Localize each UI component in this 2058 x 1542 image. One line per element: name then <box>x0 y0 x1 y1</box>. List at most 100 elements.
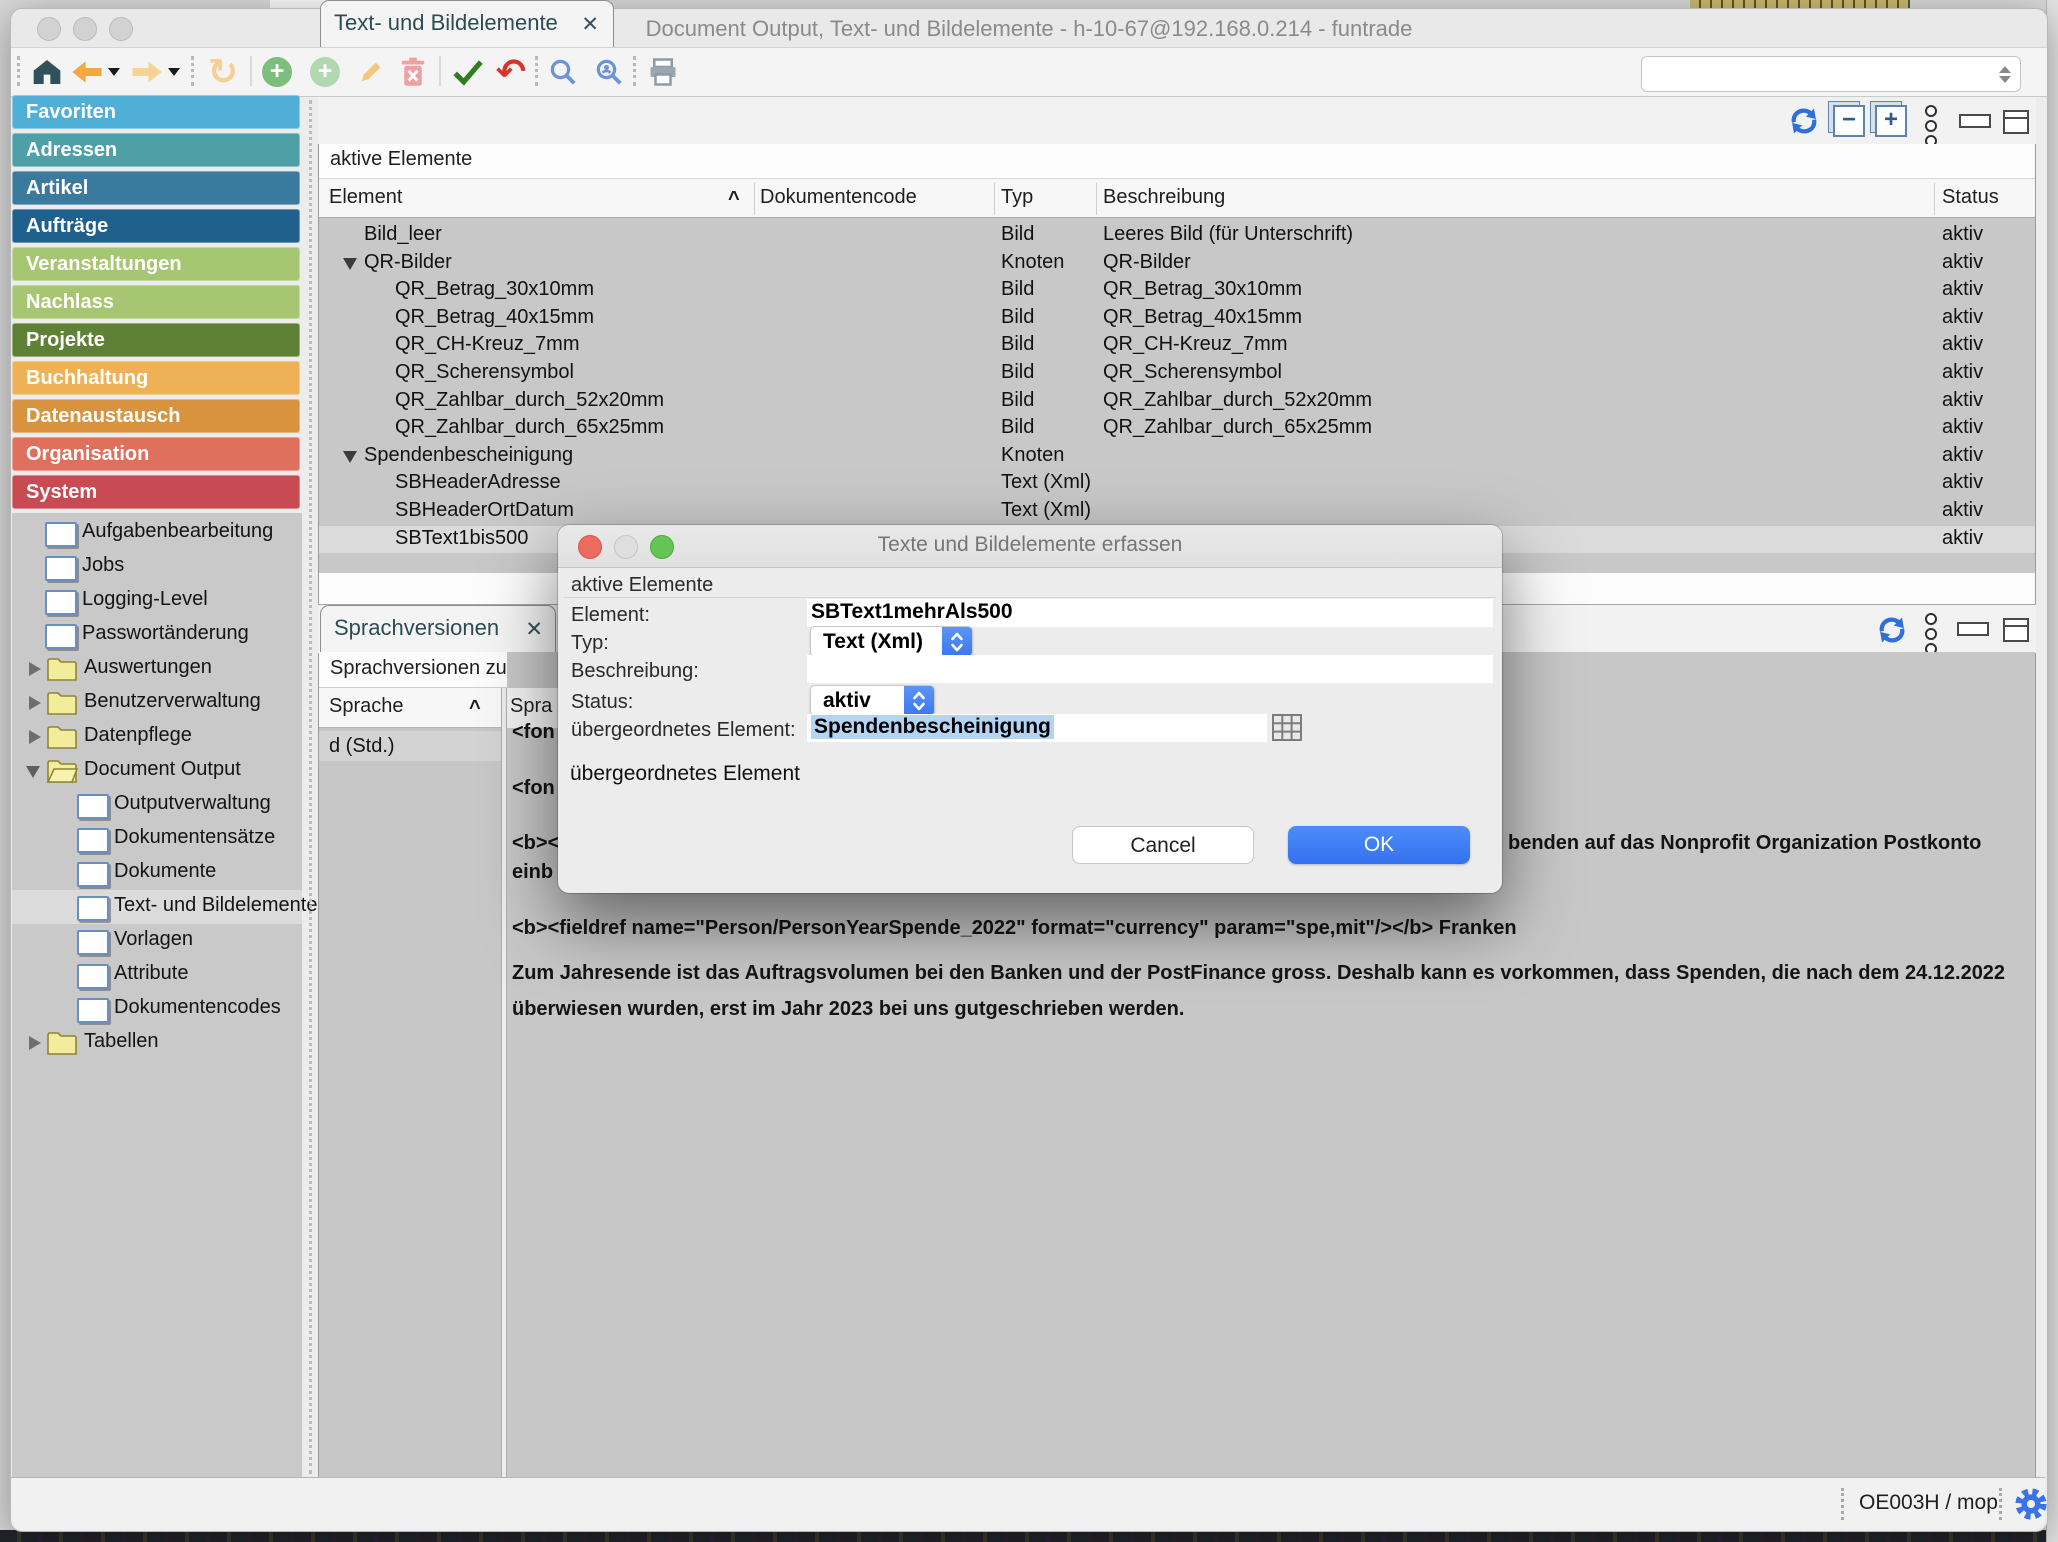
add-copy-icon[interactable]: + <box>307 54 343 90</box>
delete-trash-icon[interactable] <box>396 54 430 90</box>
sidebar-category-favoriten[interactable]: Favoriten <box>12 95 300 129</box>
column-divider[interactable] <box>994 183 995 215</box>
sidebar-category-organisation[interactable]: Organisation <box>12 437 300 471</box>
settings-gear-icon[interactable] <box>2013 1486 2049 1527</box>
table-row[interactable]: QR_Zahlbar_durch_65x25mm Bild QR_Zahlbar_d… <box>319 415 2035 443</box>
column-divider[interactable] <box>1934 183 1935 215</box>
tree-item-vorlagen[interactable]: Vorlagen <box>12 924 302 958</box>
expand-all-icon[interactable]: + <box>1874 104 1908 138</box>
element-field[interactable]: SBText1mehrAls500 <box>807 599 1493 627</box>
status-stepper-icon[interactable] <box>904 686 934 715</box>
tree-item-outputverwaltung[interactable]: Outputverwaltung <box>12 788 302 822</box>
combobox-input[interactable] <box>1648 59 1982 89</box>
table-row[interactable]: SBHeaderAdresse Text (Xml) aktiv <box>319 470 2035 498</box>
table-row[interactable]: QR_CH-Kreuz_7mm Bild QR_CH-Kreuz_7mm aktiv <box>319 332 2035 360</box>
table-row[interactable]: QR_Betrag_40x15mm Bild QR_Betrag_40x15mm ak… <box>319 305 2035 333</box>
home-icon[interactable] <box>29 54 65 90</box>
minimize-panel-icon[interactable] <box>1958 104 1992 138</box>
tab-text-und-bildelemente[interactable]: Text- und Bildelemente <box>320 0 614 47</box>
collapse-all-icon[interactable]: − <box>1832 104 1866 138</box>
refresh-view-icon[interactable] <box>1874 612 1910 648</box>
add-icon[interactable]: + <box>259 54 295 90</box>
sidebar-category-projekte[interactable]: Projekte <box>12 323 300 357</box>
sidebar-category-artikel[interactable]: Artikel <box>12 171 300 205</box>
combobox-stepper-icon[interactable] <box>1994 61 2016 87</box>
parent-element-field[interactable]: Spendenbescheinigung <box>807 714 1267 742</box>
column-typ[interactable]: Typ <box>1001 186 1033 209</box>
column-beschreibung[interactable]: Beschreibung <box>1103 186 1225 209</box>
column-element[interactable]: Element <box>329 186 402 209</box>
column-sprache[interactable]: Sprache <box>329 695 404 718</box>
more-options-icon[interactable] <box>1922 102 1940 147</box>
sidebar-category-veranstaltungen[interactable]: Veranstaltungen <box>12 247 300 281</box>
language-column-header[interactable]: Sprache ^ <box>319 688 501 728</box>
table-row[interactable]: QR_Scherensymbol Bild QR_Scherensymbol akti… <box>319 360 2035 388</box>
sort-asc-icon[interactable]: ^ <box>469 697 481 720</box>
dialog-titlebar[interactable]: Texte und Bildelemente erfassen <box>558 525 1502 568</box>
tree-item-benutzerverwaltung[interactable]: Benutzerverwaltung <box>12 686 302 720</box>
maximize-panel-icon[interactable] <box>2000 106 2032 138</box>
toolbar-combobox[interactable] <box>1641 56 2021 92</box>
sidebar-category-system[interactable]: System <box>12 475 300 509</box>
tree-item-dokumentencodes[interactable]: Dokumentencodes <box>12 992 302 1026</box>
lookup-table-icon[interactable] <box>1272 714 1302 746</box>
tree-item-attribute[interactable]: Attribute <box>12 958 302 992</box>
tree-item-passwortänderung[interactable]: Passwortänderung <box>12 618 302 652</box>
column-divider[interactable] <box>1096 183 1097 215</box>
refresh-icon[interactable]: ↻ <box>203 54 243 90</box>
back-icon[interactable] <box>69 54 105 90</box>
window-titlebar[interactable]: Document Output, Text- und Bildelemente … <box>11 9 2047 48</box>
undo-icon[interactable]: ↶ <box>491 54 531 90</box>
ok-button[interactable]: OK <box>1288 826 1470 864</box>
disclosure-down-icon[interactable] <box>26 766 40 778</box>
disclosure-down-icon[interactable] <box>343 257 357 270</box>
tree-item-tabellen[interactable]: Tabellen <box>12 1026 302 1060</box>
tree-item-logging-level[interactable]: Logging-Level <box>12 584 302 618</box>
cancel-button[interactable]: Cancel <box>1072 826 1254 864</box>
disclosure-right-icon[interactable] <box>29 1036 41 1050</box>
tree-item-document-output[interactable]: Document Output <box>12 754 302 788</box>
sidebar-category-datenaustausch[interactable]: Datenaustausch <box>12 399 300 433</box>
table-row[interactable]: QR-Bilder Knoten QR-Bilder aktiv <box>319 250 2035 278</box>
sort-asc-icon[interactable]: ^ <box>728 188 740 211</box>
tree-item-jobs[interactable]: Jobs <box>12 550 302 584</box>
table-row[interactable]: Spendenbescheinigung Knoten aktiv <box>319 443 2035 471</box>
search-icon[interactable] <box>545 54 581 90</box>
forward-icon[interactable] <box>129 54 165 90</box>
tab-close-icon[interactable] <box>525 617 543 642</box>
table-row[interactable]: QR_Betrag_30x10mm Bild QR_Betrag_30x10mm ak… <box>319 277 2035 305</box>
print-icon[interactable] <box>645 54 681 90</box>
splitter-handle[interactable] <box>309 100 312 1474</box>
edit-pencil-icon[interactable] <box>354 54 388 90</box>
column-divider[interactable] <box>754 183 755 215</box>
typ-select[interactable]: Text (Xml) <box>810 626 973 657</box>
back-menu-icon[interactable] <box>107 54 121 90</box>
sidebar-category-buchhaltung[interactable]: Buchhaltung <box>12 361 300 395</box>
confirm-check-icon[interactable] <box>449 54 487 90</box>
disclosure-right-icon[interactable] <box>29 730 41 744</box>
tree-item-auswertungen[interactable]: Auswertungen <box>12 652 302 686</box>
maximize-panel-icon[interactable] <box>2000 614 2032 646</box>
tree-item-dokumente[interactable]: Dokumente <box>12 856 302 890</box>
tab-sprachversionen[interactable]: Sprachversionen <box>320 605 556 652</box>
tree-item-aufgabenbearbeitung[interactable]: Aufgabenbearbeitung <box>12 516 302 550</box>
beschreibung-field[interactable] <box>807 655 1493 683</box>
typ-stepper-icon[interactable] <box>942 627 972 656</box>
forward-menu-icon[interactable] <box>167 54 181 90</box>
sidebar-category-aufträge[interactable]: Aufträge <box>12 209 300 243</box>
tab-close-icon[interactable] <box>581 12 599 37</box>
tree-item-datenpflege[interactable]: Datenpflege <box>12 720 302 754</box>
sidebar-category-adressen[interactable]: Adressen <box>12 133 300 167</box>
column-status[interactable]: Status <box>1942 186 1999 209</box>
refresh-view-icon[interactable] <box>1786 103 1822 139</box>
sidebar-category-nachlass[interactable]: Nachlass <box>12 285 300 319</box>
tree-item-dokumentensätze[interactable]: Dokumentensätze <box>12 822 302 856</box>
minimize-panel-icon[interactable] <box>1956 612 1990 646</box>
disclosure-right-icon[interactable] <box>29 662 41 676</box>
disclosure-right-icon[interactable] <box>29 696 41 710</box>
more-options-icon[interactable] <box>1922 610 1940 655</box>
column-dokumentencode[interactable]: Dokumentencode <box>760 186 917 209</box>
table-row[interactable]: QR_Zahlbar_durch_52x20mm Bild QR_Zahlbar_d… <box>319 388 2035 416</box>
disclosure-down-icon[interactable] <box>343 450 357 463</box>
language-row[interactable]: d (Std.) <box>319 731 501 761</box>
